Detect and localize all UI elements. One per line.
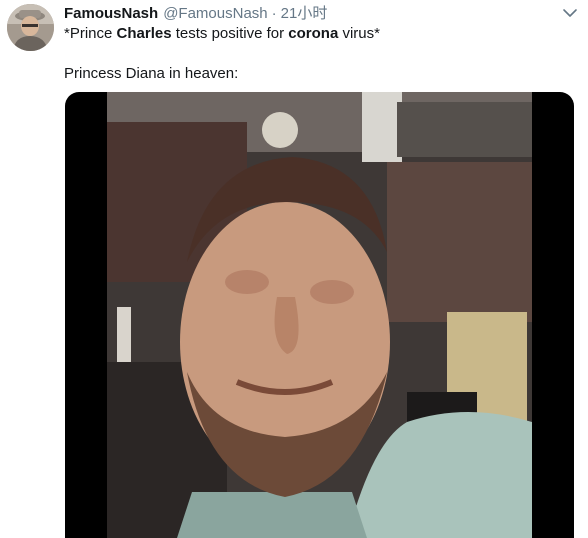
text-segment: *Prince	[64, 25, 117, 42]
tweet-media-gif[interactable]	[65, 92, 574, 538]
separator-dot: ·	[271, 5, 277, 22]
media-frame	[107, 92, 532, 538]
text-bold-segment: corona	[288, 25, 339, 42]
tweet-text: *Prince Charles tests positive for coron…	[64, 24, 574, 84]
user-handle[interactable]: @FamousNash	[163, 4, 267, 24]
avatar-image	[7, 4, 54, 51]
display-name[interactable]: FamousNash	[64, 4, 158, 24]
timestamp[interactable]: 21小时	[281, 4, 328, 24]
tweet-card[interactable]: FamousNash @FamousNash · 21小时 *Prince Ch…	[0, 0, 588, 538]
tweet-text-line-2: Princess Diana in heaven:	[64, 65, 239, 82]
video-still-image	[107, 92, 532, 538]
tweet-text-line-1: *Prince Charles tests positive for coron…	[64, 24, 574, 44]
text-segment: virus*	[338, 25, 380, 42]
text-segment: tests positive for	[171, 25, 289, 42]
tweet-header: FamousNash @FamousNash · 21小时	[64, 4, 327, 24]
chevron-down-icon[interactable]	[562, 6, 578, 20]
text-bold-segment: Charles	[116, 25, 172, 42]
avatar[interactable]	[7, 4, 54, 51]
